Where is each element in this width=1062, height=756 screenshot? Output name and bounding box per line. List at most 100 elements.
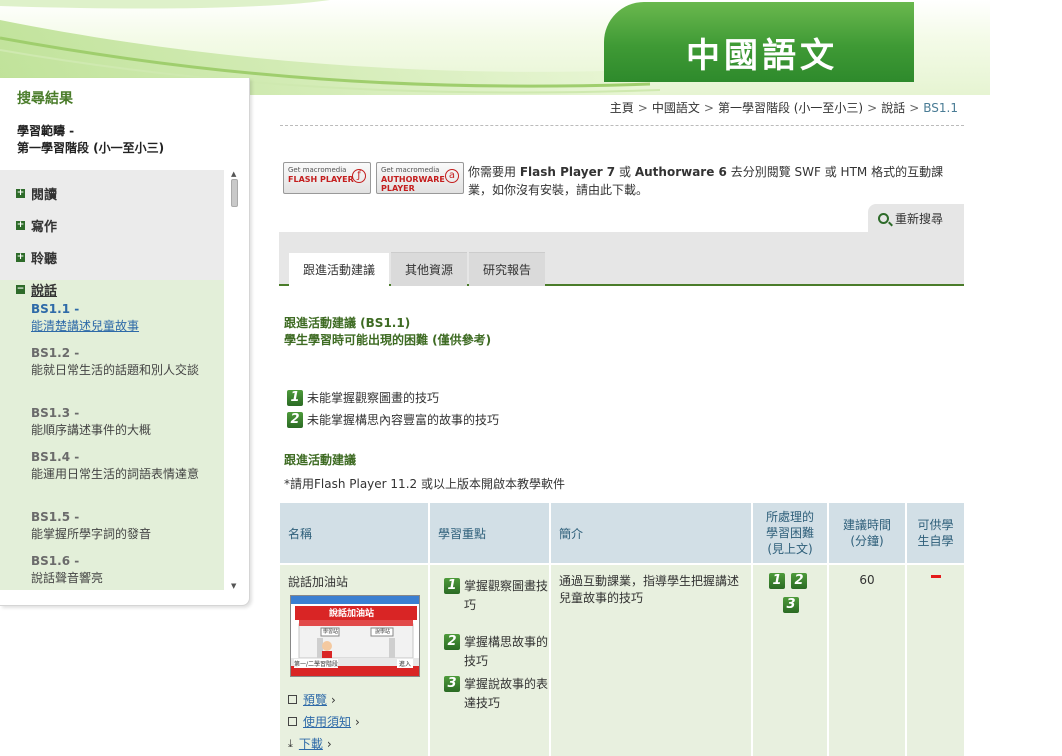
breadcrumb-home[interactable]: 主頁: [610, 101, 634, 115]
sidebar-scrollbar[interactable]: ▲ ▼: [230, 170, 239, 590]
number-3-icon: 3: [783, 597, 799, 613]
number-2-icon: 2: [287, 411, 303, 428]
banner-title: 中國語文: [604, 2, 914, 82]
sub-item-code[interactable]: BS1.6 -: [31, 554, 79, 568]
focus-item: 3 掌握說故事的表達技巧: [444, 675, 554, 713]
sidebar-item-label: 聆聽: [31, 252, 58, 267]
research-label: 重新搜尋: [895, 212, 944, 226]
sidebar-item-label: 閱讀: [31, 188, 58, 203]
thumbnail-level: 第一/二學習階段: [294, 659, 339, 668]
collapse-icon: −: [16, 284, 25, 294]
difficulty-text: 未能掌握觀察圖畫的技巧: [307, 391, 440, 405]
sub-item-code[interactable]: BS1.5 -: [31, 510, 79, 524]
number-3-icon: 3: [444, 676, 460, 692]
sub-item-desc[interactable]: 能運用日常生活的詞語表情達意: [31, 466, 211, 482]
divider: [280, 125, 964, 126]
activity-thumbnail[interactable]: 說話加油站 學習站 說學站 第一/二學習階段 進入: [290, 595, 420, 677]
sidebar-item-listening[interactable]: + 聆聽: [16, 248, 57, 267]
plugin-note: 你需要用 Flash Player 7 或 Authorware 6 去分別閱覽…: [468, 163, 958, 199]
header-self-study: 可供學 生自學: [907, 503, 964, 563]
download-link[interactable]: ⤓ 下載 ›: [288, 735, 332, 752]
tab-follow-up[interactable]: 跟進活動建議: [289, 253, 389, 287]
header-difficulty: 所處理的 學習困難 (見上文): [753, 503, 827, 563]
difficulty-item: 1 未能掌握觀察圖畫的技巧: [287, 389, 439, 406]
thumbnail-sign-left: 學習站: [323, 629, 339, 635]
usage-notes-link-text[interactable]: 使用須知: [303, 713, 351, 730]
get-authorware-player-button[interactable]: Get macromedia AUTHORWARE PLAYER a: [376, 162, 464, 194]
usage-notes-link[interactable]: 使用須知 ›: [288, 713, 360, 730]
cell-focus: 1 掌握觀察圖畫技巧 2 掌握構思故事的技巧 3 掌握說故事的表達技巧: [430, 565, 549, 756]
window-icon: [288, 717, 297, 726]
window-icon: [288, 695, 297, 704]
difficulty-item: 2 未能掌握構思內容豐富的故事的技巧: [287, 411, 499, 428]
header-line: 所處理的: [765, 510, 814, 524]
expand-icon: +: [16, 252, 25, 262]
scroll-down-arrow-icon[interactable]: ▼: [231, 582, 236, 590]
sub-item-code[interactable]: BS1.2 -: [31, 346, 79, 360]
header-line: (分鐘): [850, 534, 884, 548]
sub-item-desc[interactable]: 能順序講述事件的大概: [31, 422, 211, 438]
authorware-logo-icon: a: [445, 169, 459, 183]
search-icon: [878, 213, 889, 224]
scope-label: 學習範疇 -: [17, 124, 75, 138]
sub-item-code[interactable]: BS1.4 -: [31, 450, 79, 464]
breadcrumb-strand[interactable]: 說話: [881, 101, 905, 115]
header-name: 名稱: [280, 503, 428, 563]
time-value: 60: [859, 573, 875, 587]
activity-name: 說話加油站: [288, 575, 349, 589]
section-title: 跟進活動建議 (BS1.1): [284, 316, 411, 330]
sub-item-desc[interactable]: 能清楚講述兒童故事: [31, 318, 211, 334]
get-flash-player-button[interactable]: Get macromedia FLASH PLAYER ƒ: [283, 162, 371, 194]
breadcrumb-stage[interactable]: 第一學習階段 (小一至小三): [718, 101, 863, 115]
number-1-icon: 1: [287, 389, 303, 406]
expand-icon: +: [16, 188, 25, 198]
sub-item-code[interactable]: BS1.3 -: [31, 406, 79, 420]
sidebar-item-reading[interactable]: + 閱讀: [16, 184, 57, 203]
note-authorware: Authorware 6: [634, 165, 727, 179]
header-focus: 學習重點: [430, 503, 549, 563]
focus-text: 掌握觀察圖畫技巧: [464, 579, 549, 612]
thumbnail-banner: 說話加油站: [329, 609, 375, 619]
expand-icon: +: [16, 220, 25, 230]
tab-research-report[interactable]: 研究報告: [469, 252, 545, 286]
focus-item: 2 掌握構思故事的技巧: [444, 633, 554, 671]
difficulty-text: 未能掌握構思內容豐富的故事的技巧: [307, 413, 500, 427]
breadcrumb-current: BS1.1: [923, 101, 958, 115]
research-button[interactable]: 重新搜尋: [868, 204, 964, 232]
header-line: 建議時間: [842, 518, 891, 532]
scroll-thumb[interactable]: [231, 179, 238, 207]
preview-link-text[interactable]: 預覽: [303, 691, 327, 708]
flash-logo-icon: ƒ: [352, 169, 366, 183]
activities-title: 跟進活動建議: [284, 453, 357, 467]
sidebar-item-label: 說話: [31, 284, 58, 299]
sidebar-nav: + 閱讀 + 寫作 + 聆聽 − 說話 BS1.1 - 能清楚講述兒童故事 BS…: [0, 170, 224, 590]
thumbnail-sign-right: 說學站: [375, 629, 391, 635]
sidebar-item-speaking[interactable]: − 說話: [16, 280, 57, 299]
header-intro: 簡介: [551, 503, 751, 563]
scroll-up-arrow-icon[interactable]: ▲: [231, 170, 236, 178]
header-time: 建議時間 (分鐘): [829, 503, 905, 563]
download-link-text[interactable]: 下載: [299, 735, 323, 752]
sub-item-code[interactable]: BS1.1 -: [31, 302, 79, 316]
download-icon: ⤓: [288, 736, 293, 750]
sidebar-item-writing[interactable]: + 寫作: [16, 216, 57, 235]
sub-item-desc[interactable]: 能就日常生活的話題和別人交談: [31, 362, 211, 378]
header-line: 生自學: [917, 534, 954, 548]
breadcrumb-subject[interactable]: 中國語文: [652, 101, 700, 115]
number-2-icon: 2: [791, 573, 807, 589]
number-1-icon: 1: [769, 573, 785, 589]
breadcrumb: 主頁 > 中國語文 > 第一學習階段 (小一至小三) > 說話 > BS1.1: [609, 101, 958, 115]
activities-table: 名稱 學習重點 簡介 所處理的 學習困難 (見上文) 建議時間 (分鐘) 可供學…: [280, 503, 964, 756]
preview-link[interactable]: 預覽 ›: [288, 691, 336, 708]
sub-item-desc[interactable]: 說話聲音響亮: [31, 570, 211, 586]
flash-version-note: *請用Flash Player 11.2 或以上版本開啟本教學軟件: [284, 477, 565, 491]
header-line: 學習困難: [765, 526, 814, 540]
focus-text: 掌握構思故事的技巧: [464, 635, 549, 668]
tab-bar: 跟進活動建議 其他資源 研究報告: [279, 232, 964, 287]
note-flash: Flash Player 7: [519, 165, 616, 179]
focus-text: 掌握說故事的表達技巧: [464, 677, 549, 710]
cell-self-study: [907, 565, 964, 756]
sidebar-section-speaking: − 說話 BS1.1 - 能清楚講述兒童故事 BS1.2 - 能就日常生活的話題…: [0, 280, 224, 590]
sub-item-desc[interactable]: 能掌握所學字詞的發音: [31, 526, 211, 542]
tab-other-resources[interactable]: 其他資源: [391, 252, 467, 286]
